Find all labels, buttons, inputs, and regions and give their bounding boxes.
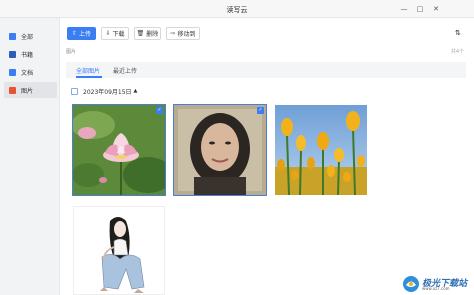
main-content: ⇧ 上传 ⇩ 下载 🗑 删除 ⇨ 移动到 ⇅ 图片 共4个 全部图片 最近上传 … [61,18,474,295]
watermark: 极光下载站 www.xz7.com [400,274,474,294]
photo-tulips[interactable] [275,105,367,195]
sidebar-item-images[interactable]: 图片 [4,82,57,98]
photo-sketch[interactable] [73,206,165,295]
collapse-arrow-icon[interactable]: ▲ [134,88,138,94]
sidebar-item-label: 书籍 [21,51,34,59]
move-icon: ⇨ [170,30,176,37]
item-count: 共4个 [450,49,464,55]
close-icon[interactable]: ✕ [430,3,442,15]
sidebar-item-books[interactable]: 书籍 [4,46,57,62]
date-group-header[interactable]: 2023年09月15日 ▲ [71,86,137,96]
sidebar-item-label: 图片 [21,87,34,95]
move-to-button[interactable]: ⇨ 移动到 [166,27,200,40]
download-button[interactable]: ⇩ 下载 [101,27,129,40]
active-tab-indicator [76,76,102,78]
tab-recent-uploads[interactable]: 最近上传 [113,66,137,75]
sidebar-item-all[interactable]: 全部 [4,28,57,44]
document-icon [9,68,16,76]
maximize-icon[interactable]: □ [414,3,426,15]
sidebar: 全部 书籍 文档 图片 [0,18,60,295]
upload-icon: ⇧ [71,30,77,37]
watermark-logo-icon [403,276,419,292]
date-group-label: 2023年09月15日 [83,88,132,96]
tab-all-images[interactable]: 全部图片 [76,66,100,75]
photo-lotus[interactable]: ✓ [72,104,166,196]
delete-label: 删除 [146,31,159,38]
trash-icon: 🗑 [136,30,145,37]
watermark-url: www.xz7.com [422,286,450,291]
minimize-icon[interactable]: — [398,3,410,15]
selected-check-icon[interactable]: ✓ [257,107,264,114]
sort-icon[interactable]: ⇅ [455,29,461,37]
breadcrumb: 图片 [66,49,77,55]
move-label: 移动到 [177,31,196,38]
upload-button[interactable]: ⇧ 上传 [67,27,96,40]
tulips-image [275,105,367,195]
upload-label: 上传 [79,31,92,38]
download-icon: ⇩ [105,30,111,37]
lotus-image [73,105,165,195]
image-icon [9,86,16,94]
title-bar: 读写云 — □ ✕ [0,0,474,18]
selected-check-icon[interactable]: ✓ [156,107,163,114]
download-label: 下载 [112,31,125,38]
portrait-image [174,105,266,195]
sidebar-item-label: 文档 [21,69,34,77]
sketch-image [74,207,164,294]
photo-portrait[interactable]: ✓ [173,104,267,196]
sidebar-item-documents[interactable]: 文档 [4,64,57,80]
book-icon [9,50,16,58]
sidebar-item-label: 全部 [21,33,34,41]
group-select-checkbox[interactable] [71,87,78,95]
tab-bar: 全部图片 最近上传 [66,62,466,78]
delete-button[interactable]: 🗑 删除 [134,27,161,40]
all-icon [9,32,16,40]
